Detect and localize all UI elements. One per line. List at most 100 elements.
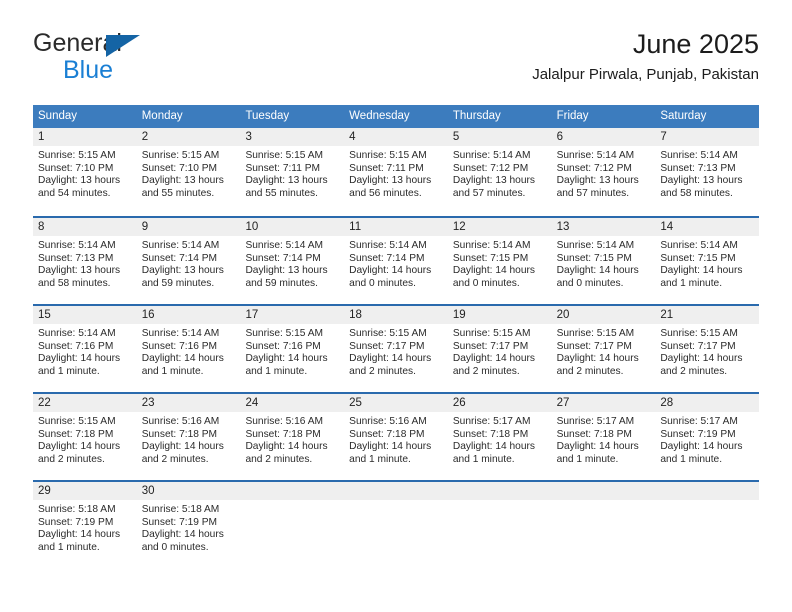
day-number: 22 [33, 394, 137, 412]
daylight-text: Daylight: 14 hours and 1 minute. [349, 441, 432, 465]
daylight-text: Daylight: 14 hours and 2 minutes. [556, 353, 639, 377]
day-number [344, 482, 448, 500]
daylight-text: Daylight: 14 hours and 1 minute. [660, 441, 743, 465]
day-details: Sunrise: 5:15 AM Sunset: 7:10 PM Daylight:… [137, 146, 241, 200]
daylight-text: Daylight: 14 hours and 2 minutes. [38, 441, 121, 465]
sunset-text: Sunset: 7:18 PM [556, 428, 632, 440]
daylight-text: Daylight: 14 hours and 2 minutes. [660, 353, 743, 377]
sunset-text: Sunset: 7:14 PM [349, 252, 425, 264]
sunset-text: Sunset: 7:12 PM [452, 162, 529, 174]
calendar-day-cell[interactable]: 20 Sunrise: 5:15 AM Sunset: 7:17 PM Dayligh… [551, 306, 656, 392]
sunset-text: Sunset: 7:19 PM [38, 516, 114, 528]
day-number: 8 [33, 218, 137, 236]
day-number: 23 [136, 394, 241, 412]
sunset-text: Sunset: 7:10 PM [141, 162, 218, 174]
day-number: 25 [344, 394, 448, 412]
calendar-day-cell[interactable]: 6 Sunrise: 5:14 AM Sunset: 7:12 PM Daylight… [551, 128, 656, 216]
calendar-day-cell[interactable]: 27 Sunrise: 5:17 AM Sunset: 7:18 PM Dayligh… [551, 394, 656, 480]
daylight-text: Daylight: 13 hours and 57 minutes. [452, 175, 535, 199]
calendar-day-cell[interactable]: 21 Sunrise: 5:15 AM Sunset: 7:17 PM Dayligh… [655, 306, 760, 392]
weekday-header-row: Sunday Monday Tuesday Wednesday Thursday… [33, 105, 759, 128]
weekday-header-wednesday: Wednesday [349, 110, 410, 122]
calendar-day-cell[interactable]: 12 Sunrise: 5:14 AM Sunset: 7:15 PM Dayligh… [447, 218, 552, 304]
calendar-day-cell[interactable]: 17 Sunrise: 5:15 AM Sunset: 7:16 PM Dayligh… [240, 306, 345, 392]
calendar-day-cell[interactable]: 19 Sunrise: 5:15 AM Sunset: 7:17 PM Dayligh… [447, 306, 552, 392]
calendar-day-cell[interactable]: 24 Sunrise: 5:16 AM Sunset: 7:18 PM Dayligh… [240, 394, 345, 480]
calendar-day-cell[interactable]: 11 Sunrise: 5:14 AM Sunset: 7:14 PM Dayligh… [344, 218, 448, 304]
sunrise-text: Sunrise: 5:15 AM [452, 328, 531, 339]
day-details: Sunrise: 5:14 AM Sunset: 7:15 PM Daylight:… [448, 236, 552, 290]
day-details: Sunrise: 5:15 AM Sunset: 7:10 PM Daylight:… [33, 146, 137, 200]
daylight-text: Daylight: 14 hours and 1 minute. [141, 353, 224, 377]
sunrise-text: Sunrise: 5:15 AM [556, 328, 635, 339]
day-details: Sunrise: 5:14 AM Sunset: 7:14 PM Daylight:… [240, 236, 344, 290]
sunset-text: Sunset: 7:18 PM [349, 428, 425, 440]
daylight-text: Daylight: 13 hours and 58 minutes. [660, 175, 743, 199]
sunset-text: Sunset: 7:19 PM [660, 428, 736, 440]
day-number: 1 [33, 128, 137, 146]
sunrise-text: Sunrise: 5:16 AM [349, 416, 427, 427]
day-details: Sunrise: 5:15 AM Sunset: 7:18 PM Daylight:… [33, 412, 137, 466]
calendar-day-cell[interactable]: 18 Sunrise: 5:15 AM Sunset: 7:17 PM Dayligh… [344, 306, 448, 392]
sunrise-text: Sunrise: 5:14 AM [556, 240, 635, 251]
calendar-day-cell[interactable]: 29 Sunrise: 5:18 AM Sunset: 7:19 PM Dayligh… [33, 482, 137, 568]
logo-text-blue: Blue [63, 56, 114, 84]
day-details: Sunrise: 5:15 AM Sunset: 7:17 PM Daylight:… [655, 324, 759, 378]
day-number: 13 [551, 218, 656, 236]
calendar-day-cell[interactable]: 14 Sunrise: 5:14 AM Sunset: 7:15 PM Dayligh… [655, 218, 760, 304]
sunrise-text: Sunrise: 5:14 AM [556, 150, 635, 161]
sunrise-text: Sunrise: 5:18 AM [141, 504, 220, 515]
calendar-day-cell[interactable]: 30 Sunrise: 5:18 AM Sunset: 7:19 PM Dayligh… [136, 482, 241, 568]
sunset-text: Sunset: 7:17 PM [556, 340, 632, 352]
sunrise-text: Sunrise: 5:15 AM [245, 150, 324, 161]
sunset-text: Sunset: 7:11 PM [245, 162, 320, 174]
sunset-text: Sunset: 7:18 PM [245, 428, 321, 440]
sunrise-text: Sunrise: 5:16 AM [141, 416, 220, 427]
sunrise-text: Sunrise: 5:14 AM [660, 150, 738, 161]
day-number [551, 482, 656, 500]
sunrise-text: Sunrise: 5:14 AM [141, 240, 220, 251]
calendar-day-cell[interactable]: 22 Sunrise: 5:15 AM Sunset: 7:18 PM Dayligh… [33, 394, 137, 480]
day-details: Sunrise: 5:14 AM Sunset: 7:16 PM Daylight:… [33, 324, 137, 378]
calendar-day-cell[interactable]: 1 Sunrise: 5:15 AM Sunset: 7:10 PM Daylight… [33, 128, 137, 216]
calendar-day-cell[interactable]: 10 Sunrise: 5:14 AM Sunset: 7:14 PM Dayligh… [240, 218, 345, 304]
calendar-day-cell[interactable]: 15 Sunrise: 5:14 AM Sunset: 7:16 PM Dayligh… [33, 306, 137, 392]
sunset-text: Sunset: 7:17 PM [349, 340, 425, 352]
calendar-day-cell[interactable]: 4 Sunrise: 5:15 AM Sunset: 7:11 PM Daylight… [344, 128, 448, 216]
sunset-text: Sunset: 7:18 PM [141, 428, 218, 440]
calendar-day-cell[interactable]: 16 Sunrise: 5:14 AM Sunset: 7:16 PM Dayligh… [136, 306, 241, 392]
calendar-day-cell[interactable]: 23 Sunrise: 5:16 AM Sunset: 7:18 PM Dayligh… [136, 394, 241, 480]
calendar-day-cell[interactable]: 9 Sunrise: 5:14 AM Sunset: 7:14 PM Daylight… [136, 218, 241, 304]
day-details: Sunrise: 5:16 AM Sunset: 7:18 PM Daylight:… [240, 412, 344, 466]
calendar-day-cell[interactable]: 5 Sunrise: 5:14 AM Sunset: 7:12 PM Daylight… [447, 128, 552, 216]
calendar-day-cell[interactable]: 8 Sunrise: 5:14 AM Sunset: 7:13 PM Daylight… [33, 218, 137, 304]
calendar-day-cell[interactable]: 28 Sunrise: 5:17 AM Sunset: 7:19 PM Dayligh… [655, 394, 760, 480]
day-number: 19 [447, 306, 552, 324]
daylight-text: Daylight: 14 hours and 2 minutes. [349, 353, 432, 377]
calendar-day-cell-empty [551, 482, 656, 568]
calendar-day-cell[interactable]: 13 Sunrise: 5:14 AM Sunset: 7:15 PM Dayligh… [551, 218, 656, 304]
calendar-week-row: 15 Sunrise: 5:14 AM Sunset: 7:16 PM Dayligh… [33, 304, 760, 392]
calendar-day-cell[interactable]: 25 Sunrise: 5:16 AM Sunset: 7:18 PM Dayligh… [344, 394, 448, 480]
day-number: 2 [136, 128, 241, 146]
daylight-text: Daylight: 14 hours and 1 minute. [38, 353, 121, 377]
calendar-day-cell[interactable]: 7 Sunrise: 5:14 AM Sunset: 7:13 PM Daylight… [655, 128, 760, 216]
general-blue-logo[interactable]: General Blue [33, 30, 263, 88]
sunset-text: Sunset: 7:15 PM [556, 252, 632, 264]
sunset-text: Sunset: 7:10 PM [38, 162, 114, 174]
day-number: 27 [551, 394, 656, 412]
daylight-text: Daylight: 14 hours and 0 minutes. [141, 529, 224, 553]
calendar-day-cell[interactable]: 3 Sunrise: 5:15 AM Sunset: 7:11 PM Daylight… [240, 128, 345, 216]
sunset-text: Sunset: 7:13 PM [660, 162, 736, 174]
sunset-text: Sunset: 7:18 PM [38, 428, 114, 440]
daylight-text: Daylight: 13 hours and 55 minutes. [245, 175, 328, 199]
sunset-text: Sunset: 7:13 PM [38, 252, 114, 264]
calendar-day-cell[interactable]: 26 Sunrise: 5:17 AM Sunset: 7:18 PM Dayligh… [447, 394, 552, 480]
page-title: June 2025 [632, 29, 759, 59]
day-details: Sunrise: 5:18 AM Sunset: 7:19 PM Daylight:… [137, 500, 241, 554]
calendar-day-cell[interactable]: 2 Sunrise: 5:15 AM Sunset: 7:10 PM Daylight… [136, 128, 241, 216]
day-details: Sunrise: 5:14 AM Sunset: 7:14 PM Daylight:… [344, 236, 448, 290]
title-block: June 2025 Jalalpur Pirwala, Punjab, Paki… [532, 28, 759, 84]
calendar-day-cell-empty [344, 482, 448, 568]
day-details: Sunrise: 5:18 AM Sunset: 7:19 PM Daylight:… [33, 500, 137, 554]
